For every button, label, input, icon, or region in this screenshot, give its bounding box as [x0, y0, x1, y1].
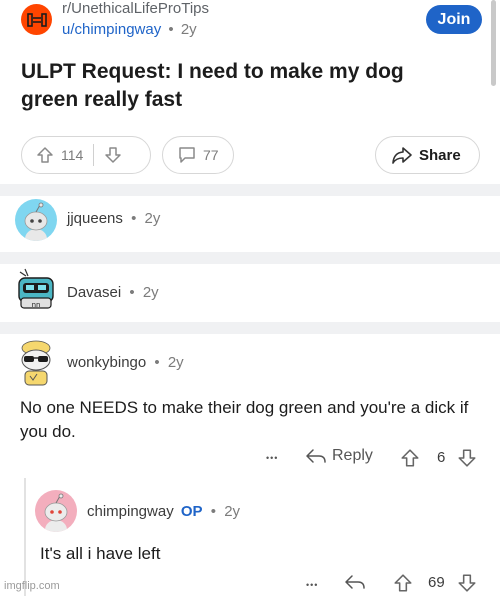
comment-meta: Davasei • 2y — [67, 284, 159, 301]
reply-button[interactable] — [344, 573, 366, 596]
join-label: Join — [437, 10, 471, 28]
vote-pill: 114 — [21, 136, 151, 174]
comment-author[interactable]: wonkybingo — [67, 354, 146, 371]
avatar[interactable] — [15, 199, 57, 241]
upvote-arrow-icon — [394, 574, 412, 592]
vote-divider — [93, 144, 95, 166]
section-divider — [0, 252, 500, 264]
vote-count: 6 — [437, 449, 446, 466]
subreddit-name[interactable]: r/UnethicalLifeProTips — [62, 0, 209, 17]
comment-age: 2y — [142, 284, 159, 301]
share-button[interactable]: Share — [375, 136, 480, 174]
meta-separator: • — [168, 21, 174, 38]
vote-count: 69 — [428, 574, 445, 591]
downvote-arrow-icon — [105, 147, 122, 163]
avatar[interactable] — [13, 338, 59, 386]
join-button[interactable]: Join — [426, 5, 482, 34]
meta-separator: • — [129, 284, 135, 301]
snoo-sunglasses-avatar-icon — [21, 340, 51, 386]
comment-body: It's all i have left — [40, 544, 161, 563]
share-arrow-icon — [392, 147, 412, 164]
comments-button[interactable]: 77 — [162, 136, 234, 174]
upvote-button[interactable] — [400, 448, 420, 473]
comment-count: 77 — [203, 147, 219, 163]
upvote-button[interactable] — [36, 146, 54, 164]
reply-arrow-icon — [345, 575, 365, 589]
reply-label: Reply — [332, 447, 373, 464]
svg-text:nn: nn — [32, 301, 41, 309]
snoo-robot-avatar-icon: nn — [18, 268, 54, 309]
comment-author[interactable]: chimpingway — [87, 503, 174, 520]
comment-author[interactable]: jjqueens — [67, 210, 123, 227]
snoo-avatar-icon — [44, 493, 68, 532]
op-badge: OP — [180, 503, 203, 520]
subreddit-logo-icon — [26, 12, 47, 27]
subreddit-icon[interactable] — [21, 4, 52, 35]
comment-author[interactable]: Davasei — [67, 284, 121, 301]
section-divider — [0, 322, 500, 334]
reply-button[interactable]: Reply — [305, 447, 373, 465]
post-meta: u/chimpingway • 2y — [62, 21, 197, 38]
upvote-button[interactable] — [393, 573, 413, 596]
comment-age: 2y — [167, 354, 184, 371]
more-options-button[interactable]: ••• — [306, 580, 318, 590]
reply-arrow-icon — [306, 449, 326, 463]
downvote-arrow-icon — [458, 574, 476, 592]
comment-meta: chimpingway OP • 2y — [87, 503, 240, 520]
post-author[interactable]: u/chimpingway — [62, 21, 161, 38]
section-divider — [0, 184, 500, 196]
upvote-count: 114 — [61, 147, 84, 163]
avatar[interactable] — [35, 490, 77, 532]
post-age: 2y — [180, 21, 197, 38]
more-options-button[interactable]: ••• — [266, 453, 278, 463]
share-label: Share — [419, 146, 461, 164]
meta-separator: • — [154, 354, 160, 371]
upvote-arrow-icon — [37, 147, 53, 163]
comment-body: No one NEEDS to make their dog green and… — [20, 398, 469, 441]
downvote-arrow-icon — [458, 449, 476, 467]
comment-bubble-icon — [179, 147, 195, 163]
thread-line — [24, 478, 26, 596]
meta-separator: • — [210, 503, 217, 520]
comment-meta: jjqueens • 2y — [67, 210, 160, 227]
downvote-button[interactable] — [457, 448, 477, 473]
comment-meta: wonkybingo • 2y — [67, 354, 184, 371]
downvote-button[interactable] — [457, 573, 477, 596]
downvote-button[interactable] — [104, 146, 122, 164]
watermark: imgflip.com — [4, 580, 60, 592]
comment-age: 2y — [144, 210, 161, 227]
snoo-avatar-icon — [24, 202, 48, 241]
upvote-arrow-icon — [401, 449, 419, 467]
scrollbar[interactable] — [491, 0, 496, 86]
comment-age: 2y — [224, 503, 241, 520]
post-title[interactable]: ULPT Request: I need to make my dog gree… — [21, 58, 461, 114]
meta-separator: • — [131, 210, 137, 227]
avatar[interactable]: nn — [13, 266, 59, 312]
